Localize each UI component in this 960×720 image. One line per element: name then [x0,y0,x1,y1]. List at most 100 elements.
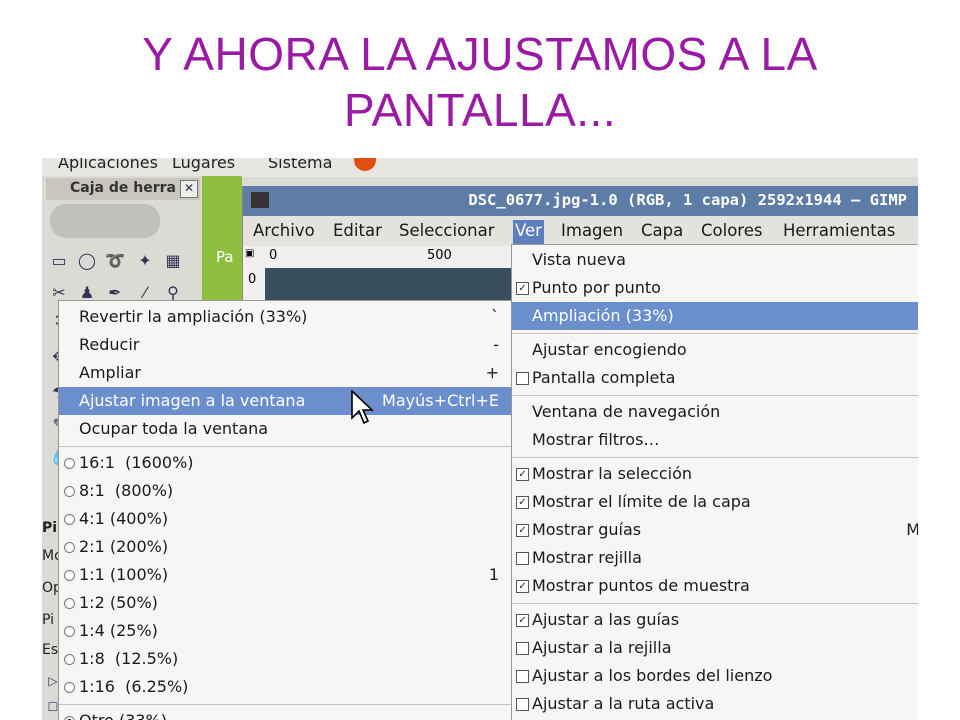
menu-item[interactable]: Ajustar a la ruta activa [512,690,918,718]
menu-item[interactable]: Otro (33%) [59,707,511,720]
radio-off-icon[interactable] [64,626,75,637]
menu-item-label: Ajustar a las guías [532,610,680,629]
menu-item[interactable]: Ajustar encogiendo [512,336,918,364]
desktop-background: Pa [202,176,242,316]
menu-item[interactable]: Ajustar a la rejilla [512,634,918,662]
menu-editar[interactable]: Editar [331,220,384,244]
window-menu-icon[interactable] [251,192,269,208]
menu-item[interactable]: Reducir - [59,331,511,359]
radio-off-icon[interactable] [64,654,75,665]
menu-item[interactable]: Vista nueva [512,246,918,274]
menu-archivo[interactable]: Archivo [251,220,317,244]
menu-item[interactable]: 1:16 (6.25%) [59,673,511,701]
menu-item[interactable]: 2:1 (200%) [59,533,511,561]
brush-label: Pi [42,612,55,628]
menu-item[interactable]: Ajustar a los bordes del lienzo [512,662,918,690]
magic-wand-icon[interactable]: ✦ [134,250,156,272]
menu-ver[interactable]: Ver [513,220,544,244]
menu-item-label: Revertir la ampliación (33%) [79,307,308,326]
menu-item-label: Mostrar la selección [532,464,693,483]
menu-item[interactable]: Pantalla completa [512,364,918,392]
color-select-icon[interactable]: ▦ [162,250,184,272]
menu-item-label: 8:1 (800%) [79,481,174,500]
zoom-submenu: Revertir la ampliación (33%) ` Reducir - Amp… [58,300,512,720]
menu-colores[interactable]: Colores [699,220,764,244]
menu-item[interactable]: 1:1 (100%) 1 [59,561,511,589]
radio-off-icon[interactable] [64,514,75,525]
screenshot-frame: Aplicaciones Lugares Sistema Caja de her… [42,158,918,720]
menu-item-label: Ajustar a la ruta activa [532,694,715,713]
checkbox-unchecked-icon[interactable] [516,642,529,655]
menu-item[interactable]: Mostrar rejilla [512,544,918,572]
menu-item[interactable]: Revertir la ampliación (33%) ` [59,303,511,331]
radio-off-icon[interactable] [64,542,75,553]
menu-item[interactable]: 1:2 (50%) [59,589,511,617]
close-icon[interactable]: ✕ [180,180,198,198]
menu-capa[interactable]: Capa [639,220,685,244]
checkbox-checked-icon[interactable]: ✓ [516,614,529,627]
ellipse-select-icon[interactable]: ◯ [76,250,98,272]
menu-item-label: Ocupar toda la ventana [79,419,269,438]
menu-item[interactable]: 8:1 (800%) [59,477,511,505]
toolbox-title: Caja de herra [70,180,176,196]
radio-on-icon[interactable] [64,716,75,720]
panel-menu-aplicaciones[interactable]: Aplicaciones [58,158,158,172]
menu-item-label: Ampliación (33%) [532,306,674,325]
menu-item[interactable]: 16:1 (1600%) [59,449,511,477]
menu-item[interactable]: 1:8 (12.5%) [59,645,511,673]
checkbox-checked-icon[interactable]: ✓ [516,468,529,481]
radio-off-icon[interactable] [64,486,75,497]
menu-item-label: Ajustar encogiendo [532,340,687,359]
checkbox-checked-icon[interactable]: ✓ [516,580,529,593]
menu-imagen[interactable]: Imagen [559,220,625,244]
menu-item-label: Vista nueva [532,250,626,269]
mouse-cursor-icon [351,390,375,425]
menu-item[interactable]: Ocupar toda la ventana [59,415,511,443]
ruler-corner-icon[interactable]: ▣ [245,248,254,259]
tool-options-label: Pi [42,520,58,536]
panel-menu-sistema[interactable]: Sistema [268,158,332,172]
menu-item[interactable]: ✓ Mostrar guías M [512,516,918,544]
menu-item[interactable]: ✓ Ajustar a las guías [512,606,918,634]
checkbox-unchecked-icon[interactable] [516,670,529,683]
slide-title-line1: Y AHORA LA AJUSTAMOS A LA [142,28,818,80]
checkbox-checked-icon[interactable]: ✓ [516,496,529,509]
menu-item-label: 2:1 (200%) [79,537,169,556]
menu-herramientas[interactable]: Herramientas [781,220,897,244]
radio-off-icon[interactable] [64,598,75,609]
menu-item[interactable]: ✓ Mostrar la selección [512,460,918,488]
menu-item[interactable]: ✓ Mostrar puntos de muestra [512,572,918,600]
ruler-tick-500: 500 [427,248,452,263]
menu-item-shortcut: 1 [488,565,499,584]
menu-item[interactable]: 1:4 (25%) [59,617,511,645]
desktop-text: Pa [216,248,234,266]
panel-menu-lugares[interactable]: Lugares [172,158,235,172]
menu-item[interactable]: ✓ Punto por punto [512,274,918,302]
menu-item-label: Otro (33%) [79,707,167,720]
menu-item[interactable]: Ventana de navegación [512,398,918,426]
menu-item-label: Reducir [79,335,140,354]
window-titlebar: DSC_0677.jpg-1.0 (RGB, 1 capa) 2592x1944… [243,186,918,216]
menu-item-shortcut: M [906,520,918,539]
menu-item[interactable]: Ajustar imagen a la ventana Mayús+Ctrl+E [59,387,511,415]
checkbox-unchecked-icon[interactable] [516,552,529,565]
checkbox-checked-icon[interactable]: ✓ [516,524,529,537]
radio-off-icon[interactable] [64,682,75,693]
rect-select-icon[interactable]: ▭ [48,250,70,272]
menu-item-label: Mostrar guías [532,520,642,539]
menu-item-label: 4:1 (400%) [79,509,169,528]
menu-item-label: Pantalla completa [532,368,676,387]
menu-item[interactable]: Ampliación (33%) [512,302,918,330]
menu-item[interactable]: 4:1 (400%) [59,505,511,533]
radio-off-icon[interactable] [64,570,75,581]
lasso-icon[interactable]: ➰ [104,250,126,272]
checkbox-unchecked-icon[interactable] [516,698,529,711]
menu-item[interactable]: Mostrar filtros… [512,426,918,454]
menu-item[interactable]: Ampliar + [59,359,511,387]
radio-off-icon[interactable] [64,458,75,469]
checkbox-unchecked-icon[interactable] [516,372,529,385]
menu-item[interactable]: ✓ Mostrar el límite de la capa [512,488,918,516]
checkbox-checked-icon[interactable]: ✓ [516,282,529,295]
menu-seleccionar[interactable]: Seleccionar [397,220,497,244]
menu-item-shortcut: + [485,363,499,382]
